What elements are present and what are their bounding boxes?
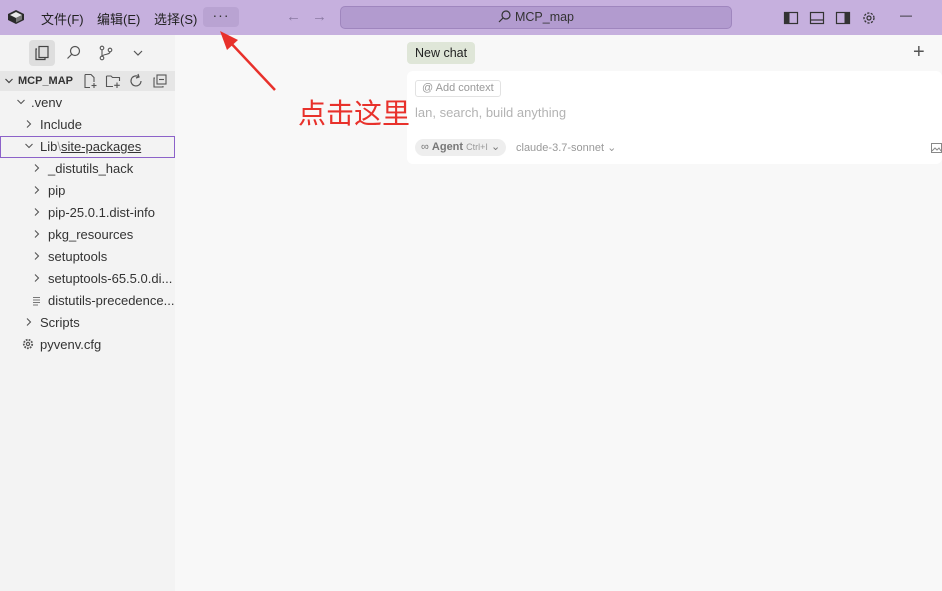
forward-arrow-icon[interactable]: → — [312, 8, 327, 25]
tree-item-sub-label: site-packages — [60, 139, 142, 154]
tree-item-label: distutils-precedence... — [48, 293, 175, 308]
tab-source-control[interactable] — [93, 40, 119, 66]
tree-item-label: Include — [40, 117, 82, 132]
tree-item-label: setuptools-65.5.0.di... — [48, 271, 173, 286]
tree-item-include[interactable]: Include — [0, 114, 175, 136]
tab-explorer[interactable] — [29, 40, 55, 66]
settings-gear-icon[interactable] — [861, 10, 877, 26]
explorer-title: MCP_MAP — [18, 75, 74, 87]
add-context-button[interactable]: @ Add context — [415, 80, 501, 97]
chevron-right-icon — [34, 252, 40, 260]
toggle-secondary-sidebar-icon[interactable] — [835, 10, 851, 26]
tree-item-label: Lib\site-packages — [40, 139, 141, 154]
tree-item-label: pkg_resources — [48, 227, 134, 242]
model-selector[interactable]: claude-3.7-sonnet ⌄ — [516, 141, 616, 154]
tree-item-pip-dist-info[interactable]: pip-25.0.1.dist-info — [0, 202, 175, 224]
title-bar: 文件(F) 编辑(E) 选择(S) ··· ← → MCP_map — — [0, 0, 942, 35]
tree-item-label: pip — [48, 183, 66, 198]
tab-search[interactable] — [61, 40, 87, 66]
chevron-down-icon — [5, 78, 13, 84]
collapse-all-icon[interactable] — [152, 73, 168, 89]
text-file-icon — [33, 297, 40, 306]
chevron-right-icon — [34, 274, 40, 282]
new-chat-tab[interactable]: New chat — [407, 42, 476, 64]
search-icon — [498, 10, 511, 23]
tree-item-scripts[interactable]: Scripts — [0, 312, 175, 334]
tree-item-pyvenv-cfg[interactable]: pyvenv.cfg — [0, 334, 175, 356]
new-file-icon[interactable] — [82, 73, 98, 89]
explorer-header[interactable]: MCP_MAP — [0, 71, 175, 91]
app-logo-icon — [8, 10, 24, 24]
chevron-right-icon — [34, 164, 40, 172]
annotation-text: 点击这里 — [298, 97, 411, 130]
tree-item-label: Scripts — [40, 315, 80, 330]
agent-mode-selector[interactable]: ∞ Agent Ctrl+I ⌄ — [415, 139, 507, 156]
tree-item-distutils-precedence[interactable]: distutils-precedence... — [0, 290, 175, 312]
toggle-panel-icon[interactable] — [809, 10, 825, 26]
gear-icon — [22, 338, 34, 350]
tree-item-label: _distutils_hack — [48, 161, 134, 176]
refresh-icon[interactable] — [128, 73, 144, 89]
tree-item-setuptools-dist-info[interactable]: setuptools-65.5.0.di... — [0, 268, 175, 290]
toggle-primary-sidebar-icon[interactable] — [783, 10, 799, 26]
tree-item-label: pip-25.0.1.dist-info — [48, 205, 155, 220]
files-icon — [35, 45, 49, 61]
source-control-icon — [99, 45, 113, 61]
menu-file[interactable]: 文件(F) — [41, 9, 84, 28]
image-attach-icon[interactable] — [931, 143, 942, 153]
chevron-down-icon — [17, 99, 25, 105]
model-label: claude-3.7-sonnet — [516, 142, 605, 154]
infinity-icon: ∞ — [421, 141, 429, 153]
sidebar: MCP_MAP .venv Include Lib\site-packages … — [0, 35, 175, 591]
tree-item-pip[interactable]: pip — [0, 180, 175, 202]
tree-item-label: setuptools — [48, 249, 108, 264]
tree-item-lib-label: Lib — [40, 139, 58, 154]
chevron-right-icon — [34, 208, 40, 216]
tree-item-distutils-hack[interactable]: _distutils_hack — [0, 158, 175, 180]
agent-shortcut: Ctrl+I — [466, 142, 488, 152]
tab-more-views[interactable] — [125, 40, 151, 66]
chevron-right-icon — [26, 120, 32, 128]
chevron-down-icon — [25, 143, 33, 149]
search-box-text: MCP_map — [514, 10, 575, 24]
more-menu-button[interactable]: ··· — [203, 7, 239, 27]
chevron-down-icon — [133, 50, 143, 56]
search-icon — [67, 45, 81, 59]
tree-item-setuptools[interactable]: setuptools — [0, 246, 175, 268]
chevron-right-icon — [26, 318, 32, 326]
agent-label: Agent — [431, 141, 464, 153]
chat-input-placeholder[interactable]: lan, search, build anything — [415, 105, 566, 120]
new-chat-plus-button[interactable]: + — [913, 42, 925, 62]
back-arrow-icon[interactable]: ← — [286, 8, 301, 25]
chevron-right-icon — [34, 186, 40, 194]
minimize-button[interactable]: — — [900, 8, 912, 22]
chevron-down-icon: ⌄ — [490, 141, 501, 153]
new-folder-icon[interactable] — [105, 73, 121, 89]
chat-input-box[interactable]: @ Add context lan, search, build anythin… — [407, 71, 942, 164]
command-search-box[interactable]: MCP_map — [340, 6, 732, 29]
tree-item-lib-site-packages[interactable]: Lib\site-packages — [0, 136, 175, 158]
menu-selection[interactable]: 选择(S) — [154, 9, 197, 28]
tree-item-pkg-resources[interactable]: pkg_resources — [0, 224, 175, 246]
tree-item-label: pyvenv.cfg — [40, 337, 102, 352]
chevron-right-icon — [34, 230, 40, 238]
tree-item-venv[interactable]: .venv — [0, 92, 175, 114]
chevron-down-icon: ⌄ — [607, 142, 617, 154]
menu-edit[interactable]: 编辑(E) — [97, 9, 140, 28]
tree-item-label: .venv — [31, 95, 63, 110]
